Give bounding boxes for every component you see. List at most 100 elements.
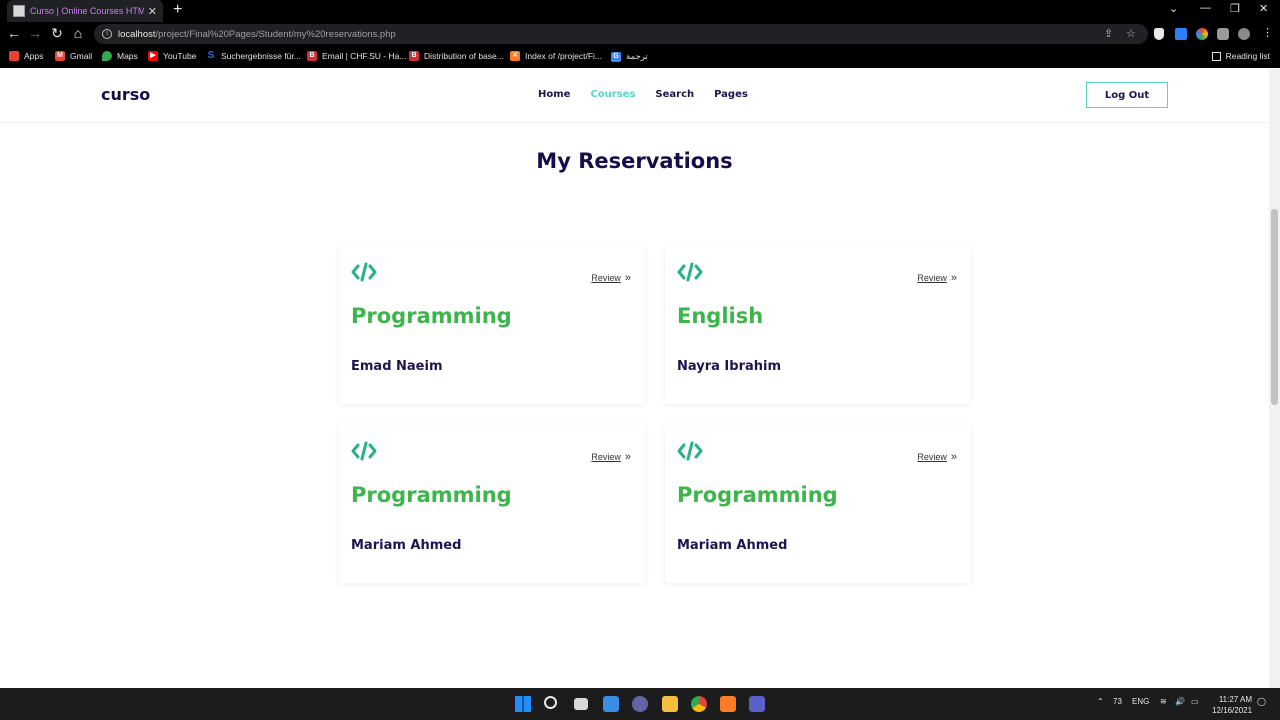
widgets-icon[interactable] (603, 696, 619, 712)
clock-date: 12/16/2021 (1212, 706, 1253, 715)
nav-home[interactable]: Home (538, 89, 570, 100)
volume-icon[interactable]: 🔊 (1175, 697, 1185, 706)
review-link[interactable]: Review » (917, 450, 957, 463)
new-tab-button[interactable]: + (173, 1, 182, 19)
chrome-icon[interactable] (691, 696, 707, 712)
wifi-icon[interactable]: ≋ (1160, 697, 1167, 706)
bookmark-label: Distribution of base... (424, 51, 504, 61)
teacher-name: Emad Naeim (351, 359, 443, 374)
notifications-icon[interactable]: ◯ (1257, 697, 1266, 706)
chat-icon[interactable] (632, 696, 648, 712)
tab-title: Curso | Online Courses HTML5 Te (30, 6, 144, 16)
browser-menu-icon[interactable]: ⋮ (1262, 26, 1274, 39)
language-indicator[interactable]: ENG (1132, 697, 1149, 706)
bookmark-label: Gmail (70, 51, 93, 61)
teams-icon[interactable] (749, 696, 765, 712)
course-title: Programming (351, 304, 512, 328)
reading-list-label: Reading list (1225, 51, 1270, 61)
reading-list-icon (1211, 51, 1221, 61)
search-icon[interactable] (544, 696, 557, 709)
xampp-icon[interactable] (720, 696, 736, 712)
code-icon (677, 262, 703, 282)
browser-toolbar: ← → ↻ ⌂ i localhost /project/Final%20Pag… (0, 22, 1280, 47)
extension-f-icon[interactable] (1175, 28, 1187, 40)
file-explorer-icon[interactable] (662, 696, 678, 712)
teacher-name: Nayra Ibrahim (677, 359, 782, 374)
minimize-icon[interactable]: — (1200, 2, 1211, 14)
apps-grid-icon (9, 51, 19, 61)
weather-temp[interactable]: 73 (1113, 697, 1122, 706)
home-icon[interactable]: ⌂ (70, 25, 86, 41)
bookmark-apps[interactable]: Apps (9, 51, 43, 61)
review-link[interactable]: Review » (917, 272, 957, 283)
bookmark-label: YouTube (163, 51, 197, 61)
teacher-name: Mariam Ahmed (677, 538, 788, 553)
reading-list-button[interactable]: Reading list (1211, 51, 1270, 61)
tab-search-icon[interactable]: ⌄ (1169, 2, 1178, 15)
bookmark-email-chf[interactable]: B Email | CHF.SU - Ha... (307, 51, 406, 61)
url-host: localhost (118, 28, 156, 40)
site-logo[interactable]: curso (101, 85, 150, 104)
gmail-icon: M (55, 51, 65, 61)
extensions-puzzle-icon[interactable] (1217, 28, 1229, 40)
s-icon: S (207, 50, 215, 61)
address-bar[interactable]: i localhost /project/Final%20Pages/Stude… (94, 24, 1148, 44)
chevron-right-icon: » (624, 271, 631, 284)
bookmark-star-icon[interactable]: ☆ (1126, 27, 1136, 40)
bookmark-translate[interactable]: G ترجمة (611, 51, 648, 62)
tab-close-icon[interactable]: ✕ (148, 5, 157, 18)
forward-icon[interactable]: → (27, 25, 43, 41)
shield-extension-icon[interactable] (1154, 28, 1164, 40)
site-info-icon[interactable]: i (102, 29, 112, 39)
page-scrollbar[interactable] (1269, 69, 1280, 688)
b-icon: B (409, 51, 419, 61)
battery-icon[interactable]: ▭ (1191, 697, 1199, 706)
review-link[interactable]: Review » (591, 450, 631, 463)
nav-search[interactable]: Search (655, 89, 694, 100)
url-path: /project/Final%20Pages/Student/my%20rese… (155, 28, 396, 40)
tray-chevron-up-icon[interactable]: ⌃ (1097, 697, 1104, 706)
bookmark-distribution[interactable]: B Distribution of base... (409, 51, 504, 61)
bookmark-label: Apps (24, 51, 44, 61)
bookmark-index-project[interactable]: ✕ Index of /project/Fi... (510, 51, 602, 61)
page-favicon-icon (13, 5, 25, 17)
bookmark-youtube[interactable]: ▶ YouTube (148, 51, 196, 61)
page-title: My Reservations (536, 149, 733, 173)
color-extension-icon[interactable] (1196, 28, 1208, 40)
chevron-right-icon: » (624, 450, 631, 463)
back-icon[interactable]: ← (6, 25, 22, 41)
bookmark-label: Suchergebnisse für... (221, 51, 301, 61)
reservation-card: Review » English Nayra Ibrahim (665, 246, 971, 404)
windows-start-icon[interactable] (515, 696, 531, 712)
bookmark-label: Index of /project/Fi... (525, 51, 603, 61)
web-page: curso Home Courses Search Pages Log Out … (0, 69, 1269, 688)
reservation-card: Review » Programming Mariam Ahmed (339, 425, 645, 583)
bookmark-gmail[interactable]: M Gmail (55, 51, 92, 61)
reload-icon[interactable]: ↻ (49, 25, 65, 42)
youtube-icon: ▶ (148, 51, 158, 61)
scrollbar-thumb[interactable] (1271, 209, 1278, 405)
restore-icon[interactable]: ❐ (1230, 2, 1240, 15)
code-icon (351, 441, 377, 461)
clock-time: 11:27 AM (1218, 695, 1253, 704)
bookmark-maps[interactable]: Maps (102, 51, 138, 61)
translate-icon: G (611, 51, 621, 62)
review-label: Review (591, 452, 621, 462)
logout-button[interactable]: Log Out (1086, 82, 1168, 108)
course-title: English (677, 304, 764, 328)
bookmark-suchergebnisse[interactable]: S Suchergebnisse für... (206, 50, 301, 62)
windows-taskbar: ⌃ 73 ENG ≋ 🔊 ▭ 11:27 AM 12/16/2021 ◯ (0, 688, 1280, 720)
system-clock[interactable]: 11:27 AM 12/16/2021 (1212, 694, 1252, 716)
browser-tab[interactable]: Curso | Online Courses HTML5 Te ✕ (7, 0, 163, 22)
bookmarks-bar: Apps M Gmail Maps ▶ YouTube S Suchergebn… (0, 47, 1280, 68)
review-link[interactable]: Review » (591, 271, 631, 284)
nav-pages[interactable]: Pages (714, 89, 748, 100)
nav-courses[interactable]: Courses (590, 89, 635, 100)
window-close-icon[interactable]: ✕ (1259, 2, 1268, 15)
bookmark-label: Maps (117, 51, 138, 61)
profile-avatar-icon[interactable] (1238, 28, 1250, 40)
chevron-right-icon: » (950, 450, 957, 463)
task-view-icon[interactable] (574, 698, 588, 710)
code-icon (677, 441, 703, 461)
share-icon[interactable]: ⇪ (1104, 27, 1113, 40)
